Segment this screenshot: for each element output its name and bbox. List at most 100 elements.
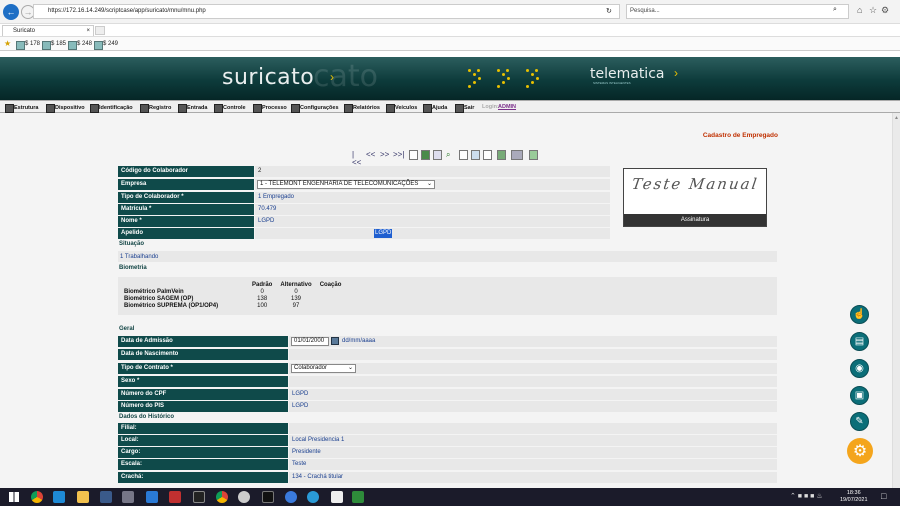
menu-registro[interactable]: Registro — [140, 104, 171, 113]
edit-icon[interactable]: ✎ — [850, 412, 869, 431]
copy-icon[interactable] — [433, 150, 442, 160]
row-codigo: Código do Colaborador 2 — [118, 166, 610, 177]
filial-value[interactable] — [289, 423, 777, 434]
refresh-icon[interactable]: ↻ — [606, 7, 612, 15]
field-label: Apelido — [118, 228, 254, 239]
situacao-value[interactable]: 1 Trabalhando — [120, 254, 158, 260]
export-icon[interactable] — [529, 150, 538, 160]
escala-value[interactable]: Teste — [289, 459, 777, 470]
system-clock[interactable]: 18:36 19/07/2021 — [840, 490, 868, 504]
menu-identificacao[interactable]: Identificação — [90, 104, 133, 113]
menu-sair[interactable]: Sair — [455, 104, 474, 113]
chrome-icon[interactable] — [216, 491, 228, 503]
home-icon[interactable]: ⌂ — [857, 5, 862, 15]
report-icon[interactable] — [471, 150, 480, 160]
favorites-star-icon[interactable]: ★ — [4, 39, 11, 48]
row-admissao: Data de Admissão 01/01/2000 dd/mm/aaaa — [118, 336, 777, 347]
admissao-input[interactable]: 01/01/2000 — [291, 337, 329, 346]
telematica-tagline: SISTEMAS INTELIGENTES — [593, 81, 631, 85]
browser-search-input[interactable]: Pesquisa... — [626, 4, 849, 19]
search-icon[interactable]: ⌕ — [833, 6, 837, 14]
app-icon[interactable] — [238, 491, 250, 503]
cpf-value[interactable]: LGPD — [289, 389, 777, 400]
row-nome: Nome * LGPD — [118, 216, 610, 227]
pis-value[interactable]: LGPD — [289, 401, 777, 412]
nome-value[interactable]: LGPD — [255, 216, 610, 227]
tray-icons[interactable]: ⌃ ■ ■ ■ ♨ — [790, 492, 823, 500]
new-tab-button[interactable] — [95, 26, 105, 35]
bio-name: Biométrico SUPREMA (OP1/OP4) — [124, 303, 219, 309]
table-row: Biométrico SUPREMA (OP1/OP4) 100 97 — [120, 303, 345, 310]
document-icon[interactable] — [483, 150, 492, 160]
image-icon[interactable]: ▣ — [850, 386, 869, 405]
filezilla-icon[interactable] — [169, 491, 181, 503]
sexo-value[interactable] — [289, 376, 777, 387]
menu-processo[interactable]: Processo — [253, 104, 287, 113]
terminal-icon[interactable] — [262, 491, 274, 503]
settings-gear-icon[interactable]: ⚙ — [847, 438, 873, 464]
url-input[interactable]: https://172.16.14.249/scriptcase/app/sur… — [33, 4, 620, 19]
contrato-select[interactable]: Colaborador ⌄ — [291, 364, 356, 373]
app-icon[interactable] — [122, 491, 134, 503]
ie-icon[interactable] — [53, 491, 65, 503]
app-icon[interactable] — [307, 491, 319, 503]
menu-configuracoes[interactable]: Configurações — [291, 104, 339, 113]
vscode-icon[interactable] — [146, 491, 158, 503]
search-record-icon[interactable]: ⌕ — [446, 151, 450, 159]
scroll-up-icon[interactable]: ▲ — [894, 115, 899, 121]
local-value[interactable]: Local Presidencia 1 — [289, 435, 777, 446]
menu-entrada[interactable]: Entrada — [178, 104, 207, 113]
app-icon[interactable] — [193, 491, 205, 503]
app-icon[interactable] — [100, 491, 112, 503]
menu-dispositivo[interactable]: Dispositivo — [46, 104, 85, 113]
new-icon[interactable] — [409, 150, 418, 160]
col-header: Padrão — [252, 282, 273, 288]
chrome-icon[interactable] — [31, 491, 43, 503]
hand-pointer-icon[interactable]: ☝ — [850, 305, 869, 324]
next-record-button[interactable]: >> — [380, 151, 389, 159]
menu-relatorios[interactable]: Relatórios — [344, 104, 380, 113]
camera-icon[interactable] — [511, 150, 523, 160]
empresa-select[interactable]: 1 - TELEMONT ENGENHARIA DE TELECOMUNICAÇ… — [257, 180, 435, 189]
first-record-button[interactable]: |<< — [352, 151, 361, 167]
camera-icon[interactable]: ◉ — [850, 359, 869, 378]
logo-arrow-icon: › — [330, 70, 334, 84]
row-matricula: Matrícula * 70.479 — [118, 204, 610, 215]
tipo-value[interactable]: 1 Empregado — [255, 192, 610, 203]
menu-controle[interactable]: Controle — [214, 104, 246, 113]
menu-veiculos[interactable]: Veículos — [386, 104, 417, 113]
id-card-icon[interactable]: ▤ — [850, 332, 869, 351]
nascimento-value[interactable] — [289, 349, 777, 360]
print-icon[interactable] — [497, 150, 506, 160]
tab-suricato[interactable]: Suricato × — [2, 25, 94, 36]
menu-estrutura[interactable]: Estrutura — [5, 104, 38, 113]
login-user[interactable]: ADMIN — [498, 104, 516, 110]
last-record-button[interactable]: >>| — [393, 151, 404, 159]
previous-record-button[interactable]: << — [366, 151, 375, 159]
windows-start-icon[interactable] — [9, 492, 19, 502]
back-button[interactable]: ← — [3, 4, 19, 20]
calendar-icon[interactable] — [331, 337, 339, 345]
favorite-link[interactable]: $ 185 — [42, 40, 66, 50]
apelido-input[interactable]: LGPD — [374, 229, 393, 238]
folder-icon[interactable] — [77, 491, 89, 503]
close-icon[interactable]: × — [86, 26, 90, 36]
help-icon[interactable] — [459, 150, 468, 160]
star-icon[interactable]: ☆ — [869, 5, 877, 16]
scrollbar[interactable]: ▲ — [892, 113, 900, 488]
app-icon[interactable] — [285, 491, 297, 503]
favorite-link[interactable]: $ 248 — [68, 40, 92, 50]
matricula-value[interactable]: 70.479 — [255, 204, 610, 215]
table-header-row: Padrão Alternativo Coação — [120, 282, 345, 289]
app-icon[interactable] — [352, 491, 364, 503]
cargo-value[interactable]: Presidente — [289, 447, 777, 458]
menu-ajuda[interactable]: Ajuda — [423, 104, 447, 113]
favorite-link[interactable]: $ 249 — [94, 40, 118, 50]
favorite-link[interactable]: $ 178 — [16, 40, 40, 50]
notification-icon[interactable]: □ — [881, 491, 886, 501]
cracha-value[interactable]: 134 - Crachá titular — [289, 472, 777, 483]
row-cargo: Cargo: Presidente — [118, 447, 777, 458]
app-icon[interactable] — [331, 491, 343, 503]
save-icon[interactable] — [421, 150, 430, 160]
gear-icon[interactable]: ⚙ — [881, 5, 889, 16]
